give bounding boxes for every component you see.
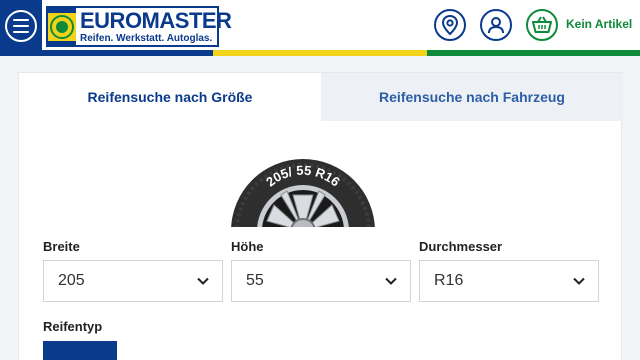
- menu-icon: [5, 10, 37, 42]
- location-pin-icon[interactable]: [434, 9, 466, 41]
- chevron-down-icon: [197, 277, 209, 285]
- durchmesser-label: Durchmesser: [419, 239, 503, 254]
- brand-stripe-yellow: [213, 50, 427, 56]
- breite-select[interactable]: 205: [43, 260, 223, 302]
- reifentyp-summer-button[interactable]: [43, 341, 117, 360]
- tab-search-by-vehicle[interactable]: Reifensuche nach Fahrzeug: [321, 73, 623, 121]
- cart-status[interactable]: Kein Artikel: [566, 17, 632, 31]
- logo-name: EUROMASTER: [80, 7, 232, 33]
- reifentyp-allseason-button[interactable]: [123, 341, 197, 360]
- breite-label: Breite: [43, 239, 80, 254]
- user-icon[interactable]: [480, 9, 512, 41]
- breite-value: 205: [58, 272, 85, 289]
- chevron-down-icon: [573, 277, 585, 285]
- durchmesser-select[interactable]: R16: [419, 260, 599, 302]
- logo-tagline: Reifen. Werkstatt. Autoglas.: [80, 32, 213, 44]
- hoehe-value: 55: [246, 272, 264, 289]
- chevron-down-icon: [385, 277, 397, 285]
- durchmesser-value: R16: [434, 272, 464, 289]
- tab-search-by-size[interactable]: Reifensuche nach Größe: [19, 73, 321, 121]
- site-header: EUROMASTER Reifen. Werkstatt. Autoglas. …: [0, 0, 640, 52]
- reifentyp-label: Reifentyp: [43, 319, 103, 334]
- basket-icon[interactable]: [526, 9, 558, 41]
- tire-illustration: 205/ 55 R16: [229, 151, 377, 227]
- brand-stripe-blue: [0, 50, 213, 56]
- menu-button[interactable]: [0, 0, 42, 52]
- tire-search-panel: Reifensuche nach Größe Reifensuche nach …: [18, 72, 623, 360]
- brand-stripe-green: [427, 50, 640, 56]
- hoehe-select[interactable]: 55: [231, 260, 411, 302]
- hoehe-label: Höhe: [231, 239, 264, 254]
- logo-mark-icon: [48, 8, 76, 45]
- reifentyp-winter-button[interactable]: [203, 341, 277, 360]
- euromaster-logo[interactable]: EUROMASTER Reifen. Werkstatt. Autoglas.: [46, 6, 232, 47]
